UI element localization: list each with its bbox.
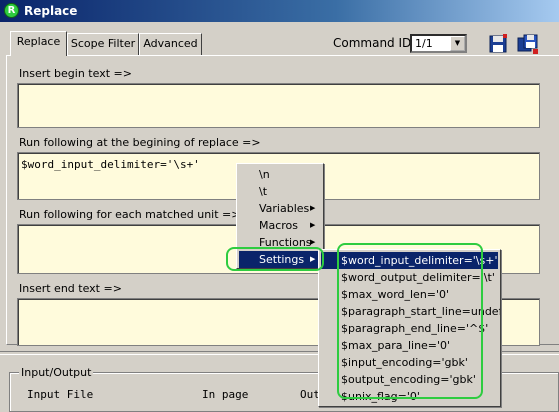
save-all-icon[interactable] [517,33,539,55]
command-id-select[interactable]: 1/1 ▼ [410,34,467,53]
input-output-label: Input/Output [19,366,94,380]
tab-replace[interactable]: Replace [10,31,67,56]
highlight-ring-settings-list [337,243,483,399]
insert-begin-field[interactable] [17,83,540,128]
menu-item-variables[interactable]: Variables [259,200,309,217]
save-icon[interactable] [487,33,509,55]
title-bar[interactable]: R Replace [0,0,559,22]
column-header-in-page[interactable]: In page [202,388,248,401]
app-logo-icon: R [4,3,19,18]
menu-item-newline[interactable]: \n [259,166,270,183]
submenu-arrow-icon: ▶ [310,221,316,229]
menu-item-tab[interactable]: \t [259,183,267,200]
submenu-arrow-icon: ▶ [310,204,316,212]
menu-item-macros[interactable]: Macros [259,217,298,234]
chevron-down-icon[interactable]: ▼ [450,36,465,51]
tab-scope-filter[interactable]: Scope Filter [67,33,139,55]
window-title: Replace [24,4,78,18]
run-each-label: Run following for each matched unit => [19,208,241,221]
insert-end-label: Insert end text => [19,282,122,295]
insert-begin-label: Insert begin text => [19,67,132,80]
column-header-out[interactable]: Out [300,388,320,401]
run-begin-label: Run following at the begining of replace… [19,136,261,149]
column-header-input-file[interactable]: Input File [27,388,93,401]
highlight-ring-settings [226,247,324,271]
run-begin-value: $word_input_delimiter='\s+' [21,158,200,171]
tab-advanced[interactable]: Advanced [139,33,202,55]
command-id-value: 1/1 [415,37,433,50]
